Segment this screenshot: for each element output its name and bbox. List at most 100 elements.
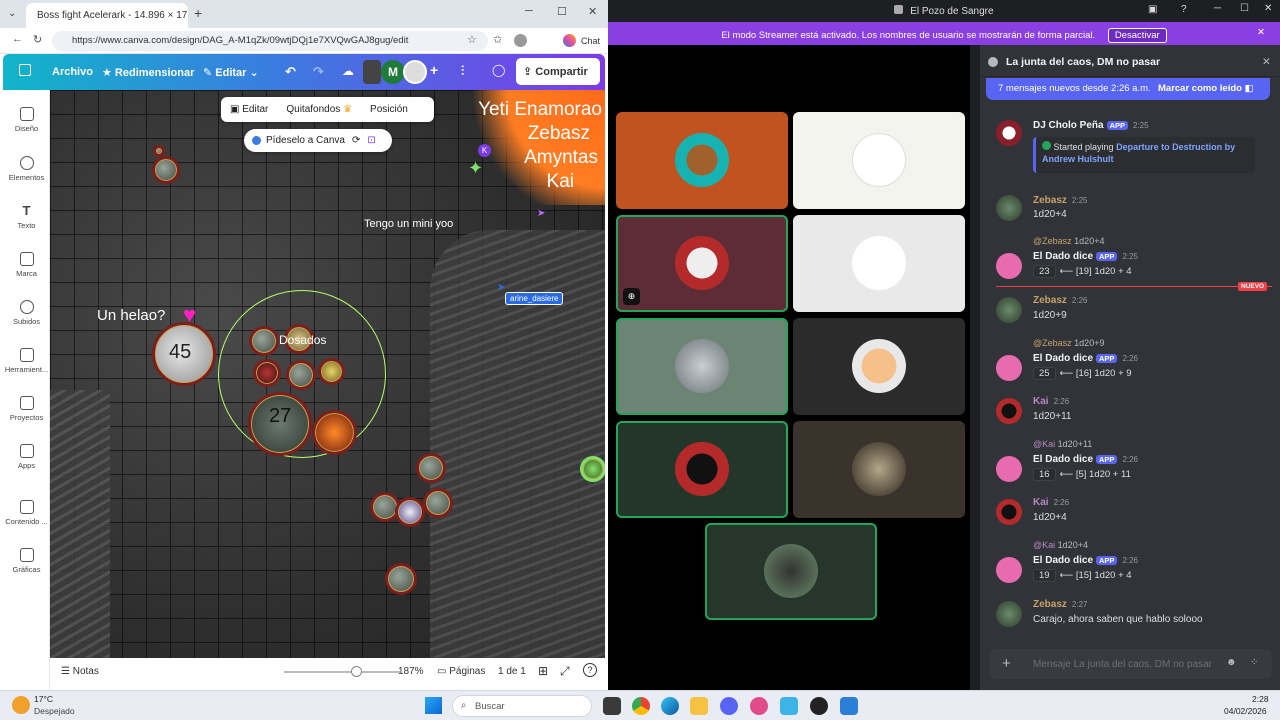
- pages-button[interactable]: ▭ Páginas: [437, 666, 485, 677]
- sidebar-item-projects[interactable]: Proyectos: [3, 396, 50, 422]
- participant-tile-speaking[interactable]: [616, 318, 788, 415]
- copilot-chat-label[interactable]: Chat: [581, 36, 600, 46]
- clock-date[interactable]: 04/02/2026: [1224, 706, 1267, 716]
- maximize-icon[interactable]: ☐: [1240, 3, 1249, 14]
- ally-token[interactable]: [385, 563, 417, 595]
- participant-tile[interactable]: [793, 112, 965, 209]
- message-author[interactable]: Kai 2:26: [1033, 396, 1069, 407]
- clock-time[interactable]: 2:28: [1252, 694, 1269, 704]
- help-icon[interactable]: ?: [583, 663, 597, 677]
- boss-token-27[interactable]: 27: [248, 392, 312, 456]
- minimize-icon[interactable]: ─: [525, 5, 533, 17]
- reply-preview[interactable]: @Kai 1d20+11: [1033, 439, 1092, 449]
- notes-button[interactable]: ☰ Notas: [61, 666, 99, 677]
- sidebar-item-content[interactable]: Contenido ...: [3, 500, 50, 526]
- zoom-slider-knob[interactable]: [350, 666, 362, 677]
- banner-close-icon[interactable]: ✕: [1257, 27, 1265, 38]
- resize-button[interactable]: ★ Redimensionar: [102, 66, 194, 79]
- user-avatar[interactable]: [996, 195, 1022, 221]
- insights-icon[interactable]: ⫶: [461, 63, 464, 79]
- edge-icon[interactable]: [661, 697, 679, 715]
- maximize-icon[interactable]: ☐: [557, 5, 567, 18]
- dice-bot-avatar[interactable]: [996, 253, 1022, 279]
- sidebar-toggle-icon[interactable]: [19, 64, 31, 76]
- taskbar-search[interactable]: ⌕ Buscar: [452, 695, 592, 717]
- message-author[interactable]: El Dado dice APP 2:26: [1033, 353, 1138, 364]
- browser-tab[interactable]: Boss fight Acelerark - 14.896 × 17. ✕: [26, 3, 188, 28]
- notepad-icon[interactable]: [780, 697, 798, 715]
- ally-token[interactable]: [423, 488, 453, 518]
- ally-token[interactable]: [249, 326, 279, 356]
- profile-avatar[interactable]: [514, 34, 527, 47]
- reload-icon[interactable]: ↻: [33, 33, 42, 46]
- discord-icon[interactable]: [720, 697, 738, 715]
- user-avatar[interactable]: [996, 398, 1022, 424]
- undo-icon[interactable]: ↶: [285, 64, 296, 80]
- minimize-icon[interactable]: ─: [1214, 3, 1221, 14]
- collaborator-avatar-m[interactable]: M: [381, 60, 405, 84]
- sidebar-item-brand[interactable]: Marca: [3, 252, 50, 278]
- window-close-icon[interactable]: ✕: [1264, 3, 1272, 14]
- chrome-icon[interactable]: [632, 697, 650, 715]
- sidebar-item-apps[interactable]: Apps: [3, 444, 50, 470]
- user-avatar[interactable]: [996, 601, 1022, 627]
- start-icon[interactable]: [425, 697, 442, 714]
- comments-icon[interactable]: ◯: [492, 63, 505, 77]
- reply-preview[interactable]: @Zebasz 1d20+4: [1033, 236, 1104, 246]
- message-author[interactable]: El Dado dice APP 2:25: [1033, 251, 1138, 262]
- participant-tile[interactable]: [793, 421, 965, 518]
- emoji-icon[interactable]: ☻: [1226, 657, 1237, 668]
- paint-icon[interactable]: [840, 697, 858, 715]
- user-avatar[interactable]: [996, 297, 1022, 323]
- files-icon[interactable]: [603, 697, 621, 715]
- sidebar-item-text[interactable]: T Texto: [3, 204, 50, 230]
- lock-icon[interactable]: ⊡: [367, 135, 375, 146]
- message-author[interactable]: El Dado dice APP 2:26: [1033, 454, 1138, 465]
- ally-token[interactable]: [318, 358, 345, 385]
- weather-desc[interactable]: Despejado: [34, 706, 75, 716]
- zoom-level[interactable]: 187%: [398, 666, 424, 677]
- reply-preview[interactable]: @Kai 1d20+4: [1033, 540, 1088, 550]
- cloud-sync-icon[interactable]: ☁: [342, 64, 354, 78]
- participant-tile-speaking[interactable]: [616, 421, 788, 518]
- sidebar-item-charts[interactable]: Gráficas: [3, 548, 50, 574]
- weather-temp[interactable]: 17°C: [34, 694, 53, 704]
- message-author[interactable]: DJ Cholo Peña APP 2:25: [1033, 120, 1149, 131]
- inbox-icon[interactable]: ▣: [1148, 4, 1157, 15]
- ally-token[interactable]: [395, 497, 425, 527]
- dice-bot-avatar[interactable]: [996, 456, 1022, 482]
- map-text-mini-yoo[interactable]: Tengo un mini yoo: [364, 218, 453, 230]
- tab-list-chevron-icon[interactable]: ⌄: [8, 8, 16, 19]
- new-messages-bar[interactable]: 7 mensajes nuevos desde 2:26 a.m. Marcar…: [986, 78, 1270, 100]
- user-avatar[interactable]: [996, 120, 1022, 146]
- sidebar-item-elements[interactable]: Elementos: [3, 156, 50, 182]
- enemy-token-45[interactable]: 45: [152, 322, 216, 386]
- new-tab-icon[interactable]: +: [194, 5, 202, 21]
- context-edit[interactable]: ▣ Editar: [221, 104, 268, 115]
- favorites-icon[interactable]: ✩: [493, 33, 502, 46]
- message-author[interactable]: Zebasz 2:26: [1033, 295, 1087, 306]
- fire-token[interactable]: [312, 410, 357, 455]
- user-avatar[interactable]: [996, 499, 1022, 525]
- grid-view-icon[interactable]: ⊞: [538, 664, 548, 678]
- copilot-icon[interactable]: [563, 34, 576, 47]
- message-author[interactable]: El Dado dice APP 2:26: [1033, 555, 1138, 566]
- green-token[interactable]: [580, 456, 605, 482]
- participant-tile[interactable]: [616, 112, 788, 209]
- chat-close-icon[interactable]: ✕: [1262, 56, 1271, 68]
- map-text-helao[interactable]: Un helao?: [97, 307, 165, 324]
- ally-token[interactable]: [416, 453, 446, 483]
- message-author[interactable]: Zebasz 2:25: [1033, 195, 1087, 206]
- zoom-slider[interactable]: [284, 666, 400, 677]
- page-count[interactable]: 1 de 1: [498, 666, 526, 677]
- url-field[interactable]: https://www.canva.com/design/DAG_A-M1qZk…: [52, 31, 488, 51]
- app-icon[interactable]: [750, 697, 768, 715]
- message-input[interactable]: + Mensaje La junta del caos, DM no pasar…: [990, 649, 1272, 679]
- participant-tile-speaking[interactable]: ⊕: [616, 215, 788, 312]
- share-button[interactable]: ⇪ Compartir: [516, 58, 600, 85]
- small-token[interactable]: [153, 145, 165, 157]
- file-menu[interactable]: Archivo: [52, 66, 93, 78]
- message-author[interactable]: Kai 2:26: [1033, 497, 1069, 508]
- apps-icon[interactable]: ⁘: [1250, 657, 1258, 668]
- battle-map-canvas[interactable]: ▣ Editar Quitafondos ♛ Posición Pídeselo…: [50, 90, 605, 658]
